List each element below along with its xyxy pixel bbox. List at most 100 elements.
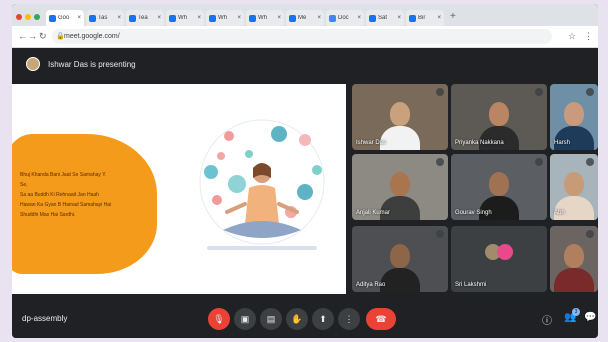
window-controls xyxy=(16,8,40,26)
browser-tab[interactable]: Wh × xyxy=(206,10,244,26)
browser-tab[interactable]: Tea × xyxy=(126,10,164,26)
tab-label: Wh xyxy=(178,15,187,21)
end-call-icon: ☎ xyxy=(375,314,387,324)
presenter-avatar xyxy=(26,57,40,71)
browser-tab[interactable]: Wh × xyxy=(166,10,204,26)
muted-icon xyxy=(535,88,543,96)
muted-icon xyxy=(436,158,444,166)
browser-tab[interactable]: Doc × xyxy=(326,10,364,26)
muted-icon xyxy=(586,88,594,96)
muted-icon xyxy=(535,158,543,166)
maximize-window-icon[interactable] xyxy=(34,14,40,20)
raise-hand-icon: ✋ xyxy=(291,314,303,324)
participant-face xyxy=(564,244,584,268)
participant-name: Anjali Kumar xyxy=(356,210,391,216)
url-field[interactable]: 🔒 meet.google.com/ xyxy=(52,29,552,44)
more-options-button[interactable]: ⋮ xyxy=(338,308,360,330)
back-icon[interactable]: ← xyxy=(18,31,27,41)
tab-label: Bir xyxy=(418,15,426,21)
participant-face xyxy=(390,102,410,126)
tab-favicon-icon xyxy=(89,14,96,22)
mic-off-button[interactable]: 🎙 xyxy=(208,308,230,330)
close-window-icon[interactable] xyxy=(16,14,22,20)
participant-face xyxy=(390,244,410,268)
tab-close-icon[interactable]: × xyxy=(397,15,401,21)
tab-close-icon[interactable]: × xyxy=(197,15,201,21)
participant-body xyxy=(479,126,519,150)
tab-favicon-icon xyxy=(409,14,416,22)
tab-label: Goo xyxy=(58,15,70,21)
participant-tile[interactable]: Sri Lakshmi xyxy=(451,226,547,292)
muted-icon xyxy=(436,230,444,238)
menu-icon[interactable]: ⋮ xyxy=(584,31,593,42)
tab-label: Doc xyxy=(338,15,349,21)
tab-label: Me xyxy=(298,15,307,21)
present-icon: ⬆ xyxy=(319,314,327,324)
slide-text-line: Bhuj Khanda Bani Jaat Se Samahay Y. xyxy=(20,172,107,178)
participant-name: Aditya Rao xyxy=(356,282,386,288)
raise-hand-button[interactable]: ✋ xyxy=(286,308,308,330)
muted-icon xyxy=(436,88,444,96)
shared-slide: Bhuj Khanda Bani Jaat Se Samahay Y. Se, Sa… xyxy=(12,84,346,294)
tab-close-icon[interactable]: × xyxy=(277,15,281,21)
reload-icon[interactable]: ↻ xyxy=(39,31,47,42)
present-button[interactable]: ⬆ xyxy=(312,308,334,330)
tab-close-icon[interactable]: × xyxy=(157,15,161,21)
mic-off-icon: 🎙 xyxy=(213,314,225,324)
participant-tile[interactable]: Abh xyxy=(550,154,598,220)
people-count-badge: 3 xyxy=(572,308,580,316)
minimize-window-icon[interactable] xyxy=(25,14,31,20)
chat-icon[interactable]: 💬 xyxy=(584,312,596,323)
tab-label: Wh xyxy=(218,15,227,21)
browser-tab[interactable]: Bir × xyxy=(406,10,444,26)
muted-icon xyxy=(586,158,594,166)
star-icon[interactable]: ☆ xyxy=(568,31,576,42)
meeting-code: dp-assembly xyxy=(22,314,68,323)
end-call-button[interactable]: ☎ xyxy=(366,308,396,330)
tab-close-icon[interactable]: × xyxy=(237,15,241,21)
captions-button[interactable]: ▤ xyxy=(260,308,282,330)
participant-body xyxy=(380,126,420,150)
muted-icon xyxy=(586,230,594,238)
browser-tab[interactable]: Goo × xyxy=(46,10,84,26)
browser-tab[interactable]: Tas × xyxy=(86,10,124,26)
tab-favicon-icon xyxy=(289,14,296,22)
tab-close-icon[interactable]: × xyxy=(357,15,361,21)
participant-body xyxy=(554,268,594,292)
browser-tab[interactable]: Sat × xyxy=(366,10,404,26)
participant-tile[interactable]: Ishwar Das xyxy=(352,84,448,150)
browser-tab[interactable]: Me × xyxy=(286,10,324,26)
tab-favicon-icon xyxy=(49,14,56,22)
participant-tile[interactable] xyxy=(550,226,598,292)
url-text: meet.google.com/ xyxy=(64,33,120,40)
participant-body xyxy=(479,196,519,220)
meeting-control-bar: dp-assembly 🎙 ▣ ▤ ✋ ⬆ ⋮ ☎ ⓘ 👥 3 💬 xyxy=(12,300,598,338)
presenting-banner: Ishwar Das is presenting xyxy=(12,48,598,80)
participant-face xyxy=(564,102,584,126)
participant-body xyxy=(380,268,420,292)
forward-icon[interactable]: → xyxy=(28,31,37,41)
participant-tile[interactable]: Anjali Kumar xyxy=(352,154,448,220)
participant-tile[interactable]: Gourav Singh xyxy=(451,154,547,220)
muted-icon xyxy=(535,230,543,238)
tab-close-icon[interactable]: × xyxy=(437,15,441,21)
participant-name: Gourav Singh xyxy=(455,210,492,216)
camera-button[interactable]: ▣ xyxy=(234,308,256,330)
participant-face xyxy=(390,172,410,196)
more-icon: ⋮ xyxy=(344,314,354,324)
info-icon[interactable]: ⓘ xyxy=(542,312,552,327)
participant-name: Harsh xyxy=(554,140,571,146)
participant-tile[interactable]: Priyanka Nakkana xyxy=(451,84,547,150)
new-tab-button[interactable]: + xyxy=(450,8,456,26)
lock-icon: 🔒 xyxy=(56,33,65,40)
tab-close-icon[interactable]: × xyxy=(117,15,121,21)
participant-body xyxy=(554,126,594,150)
participant-tile[interactable]: Harsh xyxy=(550,84,598,150)
tab-label: Tea xyxy=(138,15,148,21)
participant-tile[interactable]: Aditya Rao xyxy=(352,226,448,292)
tab-favicon-icon xyxy=(249,14,256,22)
browser-tab[interactable]: Wh × xyxy=(246,10,284,26)
tab-close-icon[interactable]: × xyxy=(317,15,321,21)
tab-close-icon[interactable]: × xyxy=(77,15,81,21)
participant-avatar xyxy=(497,244,513,260)
